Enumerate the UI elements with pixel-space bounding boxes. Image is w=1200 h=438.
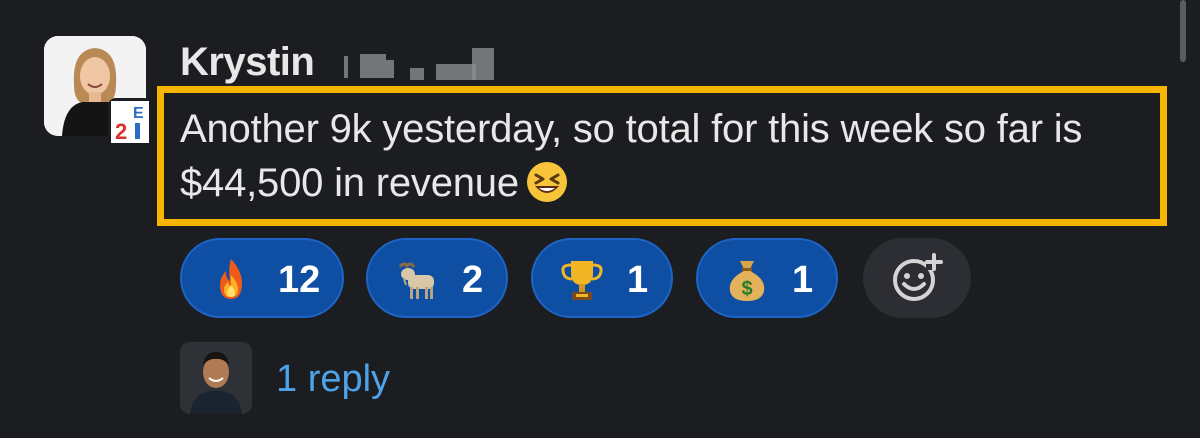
reaction-trophy[interactable]: 1 [531, 238, 673, 318]
money-bag-icon: $ [729, 261, 765, 301]
reaction-fire[interactable]: 12 [180, 238, 344, 318]
scrollbar[interactable] [1180, 0, 1186, 62]
reaction-count: 2 [462, 259, 484, 301]
thread-reply-link[interactable]: 1 reply [276, 356, 390, 402]
trophy-icon [561, 261, 603, 300]
reply-avatar[interactable] [180, 342, 252, 414]
laughing-face-icon [526, 162, 567, 202]
message-text: Another 9k yesterday, so total for this … [180, 102, 1160, 210]
svg-text:2: 2 [115, 119, 127, 143]
add-reaction-button[interactable] [863, 238, 971, 318]
svg-text:E: E [133, 105, 144, 122]
reaction-goat[interactable]: 2 [366, 238, 508, 318]
reaction-money-bag[interactable]: $ 1 [696, 238, 838, 318]
add-emoji-icon [893, 253, 943, 301]
reaction-count: 1 [627, 259, 649, 301]
sender-name[interactable]: Krystin [180, 38, 315, 86]
svg-text:$: $ [741, 278, 752, 300]
reaction-count: 12 [278, 259, 321, 301]
message-body: Another 9k yesterday, so total for this … [180, 107, 1083, 205]
org-badge: E 2 [108, 98, 152, 146]
message-view: E 2 Krystin Another 9k yesterday, so tot… [0, 0, 1200, 438]
reaction-count: 1 [792, 259, 814, 301]
goat-icon [398, 262, 434, 299]
timestamp-blurred [340, 46, 500, 82]
fire-icon [220, 259, 242, 299]
